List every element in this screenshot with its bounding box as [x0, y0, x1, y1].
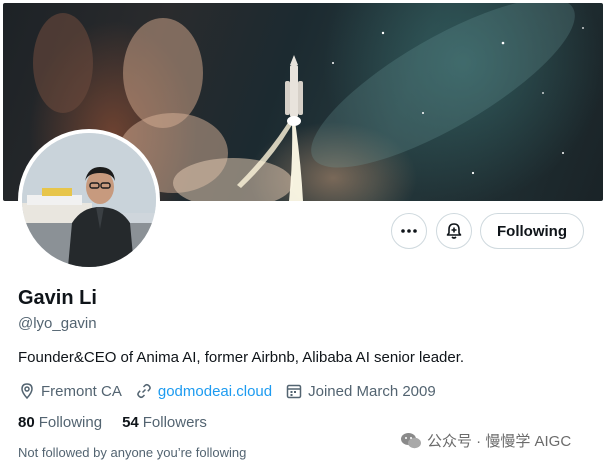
followers-count: 54 — [122, 414, 139, 431]
profile-name: Gavin Li — [18, 287, 97, 309]
wechat-icon — [401, 432, 421, 448]
profile-joined: Joined March 2009 — [285, 382, 436, 400]
profile-page: Following Gavin Li @lyo_gavin Founder&CE… — [0, 0, 606, 465]
following-count: 80 — [18, 414, 35, 431]
profile-stats: 80 Following 54 Followers — [18, 414, 227, 431]
avatar-illustration — [22, 133, 156, 267]
more-options-button[interactable] — [391, 213, 427, 249]
joined-text: Joined March 2009 — [308, 382, 436, 400]
profile-handle: @lyo_gavin — [18, 315, 97, 332]
followers-stat[interactable]: 54 Followers — [122, 414, 207, 431]
notifications-button[interactable] — [436, 213, 472, 249]
website-link[interactable]: godmodeai.cloud — [158, 383, 272, 400]
avatar-photo — [22, 133, 156, 267]
watermark: 公众号 · 慢慢学 AIGC — [400, 430, 571, 451]
location-pin-icon — [21, 383, 33, 400]
followers-label: Followers — [142, 414, 207, 431]
link-icon — [137, 383, 151, 399]
following-stat[interactable]: 80 Following — [18, 414, 102, 431]
following-label: Following — [38, 414, 103, 431]
followed-by-text: Not followed by anyone you’re following — [18, 445, 247, 460]
profile-website[interactable]: godmodeai.cloud — [135, 382, 272, 400]
location-text: Fremont CA — [41, 382, 122, 400]
profile-meta: Fremont CA godmodeai.cloud Joined March … — [18, 382, 449, 400]
bell-plus-icon — [446, 223, 462, 239]
following-button[interactable]: Following — [480, 213, 584, 249]
more-horizontal-icon — [401, 229, 417, 233]
profile-bio: Founder&CEO of Anima AI, former Airbnb, … — [18, 349, 465, 366]
calendar-icon — [286, 384, 302, 399]
profile-location: Fremont CA — [18, 382, 122, 400]
avatar[interactable] — [18, 129, 160, 271]
watermark-text: 公众号 · 慢慢学 AIGC — [427, 433, 572, 450]
